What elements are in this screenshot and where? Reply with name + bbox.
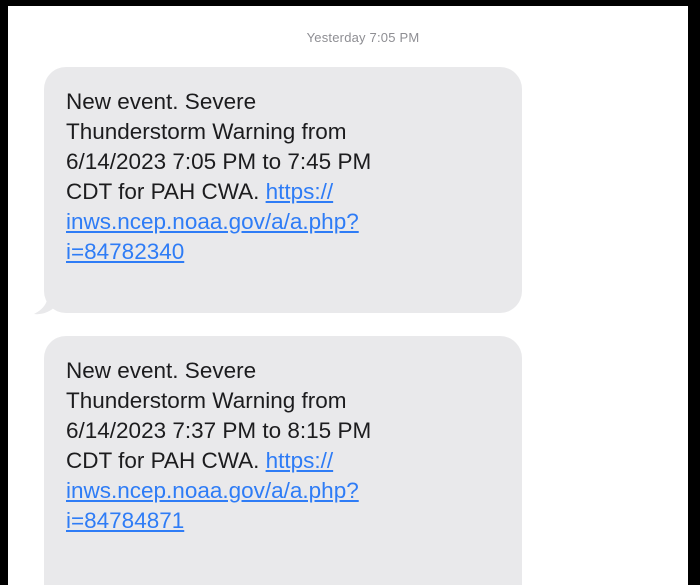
alert-link[interactable]: inws.ncep.noaa.gov/a/a.php? [66, 209, 359, 234]
message-text-line: 6/14/2023 7:05 PM to 7:45 PM [66, 149, 372, 174]
message-text-line: CDT for PAH CWA. https:// [66, 446, 506, 476]
message-text-line: New event. Severe [66, 358, 257, 383]
screenshot-frame: Yesterday 7:05 PM New event. Severe Thun… [0, 0, 700, 585]
alert-link[interactable]: i=84782340 [66, 239, 184, 264]
message-text-line: New event. Severe [66, 89, 257, 114]
message-text-line: i=84782340 [66, 237, 506, 267]
message-text: CDT for PAH CWA. [66, 448, 266, 473]
message-timestamp: Yesterday 7:05 PM [306, 30, 420, 45]
received-message-bubble[interactable]: New event. Severe Thunderstorm Warning f… [44, 336, 522, 585]
message-text-line: inws.ncep.noaa.gov/a/a.php? [66, 476, 506, 506]
alert-link[interactable]: i=84784871 [66, 508, 184, 533]
alert-link[interactable]: inws.ncep.noaa.gov/a/a.php? [66, 478, 359, 503]
message-thread[interactable]: Yesterday 7:05 PM New event. Severe Thun… [8, 6, 688, 585]
message-text-line: Thunderstorm Warning from [66, 388, 347, 413]
message-text-line: Thunderstorm Warning from [66, 119, 347, 144]
bubble-tail-icon [34, 294, 58, 315]
message-text-line: CDT for PAH CWA. https:// [66, 177, 506, 207]
received-message-bubble[interactable]: New event. Severe Thunderstorm Warning f… [44, 67, 522, 313]
message-text-line: inws.ncep.noaa.gov/a/a.php? [66, 207, 506, 237]
alert-link[interactable]: https:// [266, 448, 334, 473]
message-text-line: i=84784871 [66, 506, 506, 536]
message-text-line: 6/14/2023 7:37 PM to 8:15 PM [66, 418, 372, 443]
alert-link[interactable]: https:// [266, 179, 334, 204]
message-text: CDT for PAH CWA. [66, 179, 266, 204]
